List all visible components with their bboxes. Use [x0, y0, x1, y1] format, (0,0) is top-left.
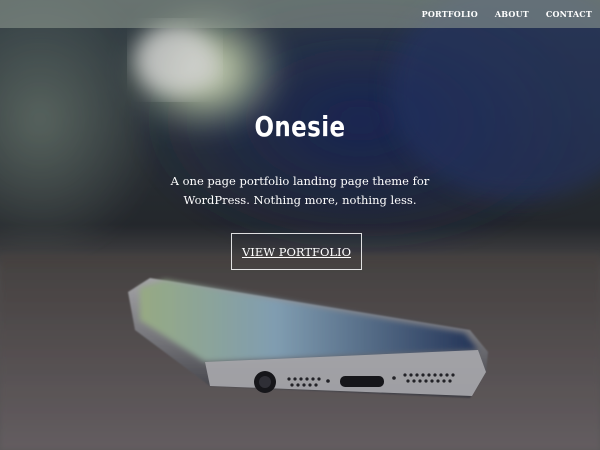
nav-link-contact[interactable]: CONTACT	[546, 9, 592, 19]
hero-background-image	[0, 0, 600, 450]
tagline-line-2: WordPress. Nothing more, nothing less.	[183, 193, 417, 207]
site-title: Onesie	[254, 110, 346, 143]
main-menu: PORTFOLIO ABOUT CONTACT	[422, 0, 592, 28]
view-portfolio-button[interactable]: VIEW PORTFOLIO	[231, 233, 362, 270]
tagline-line-1: A one page portfolio landing page theme …	[170, 174, 430, 188]
nav-link-about[interactable]: ABOUT	[495, 9, 529, 19]
nav-link-portfolio[interactable]: PORTFOLIO	[422, 9, 478, 19]
site-tagline: A one page portfolio landing page theme …	[160, 172, 440, 210]
top-navigation-bar: PORTFOLIO ABOUT CONTACT	[0, 0, 600, 28]
hero-section: PORTFOLIO ABOUT CONTACT Onesie A one pag…	[0, 0, 600, 450]
